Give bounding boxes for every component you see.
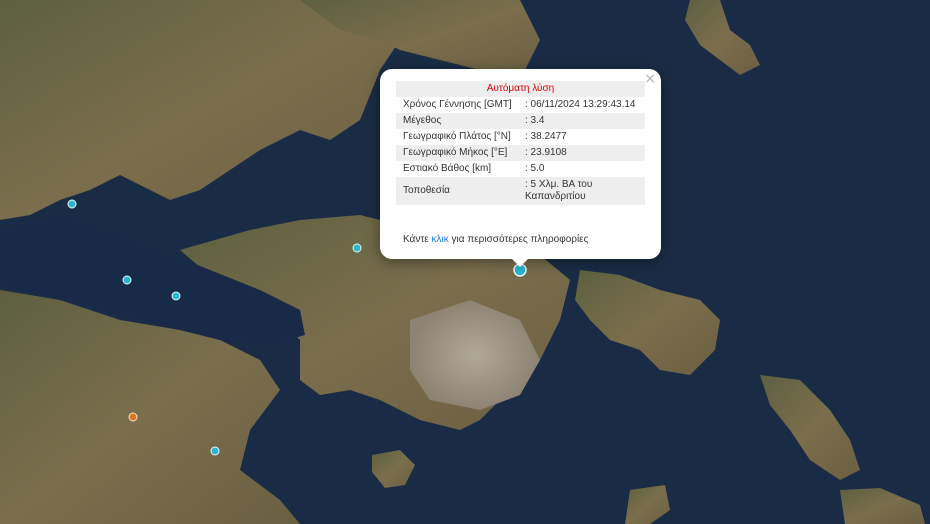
popup-tip — [510, 257, 530, 267]
earthquake-marker-older[interactable] — [128, 412, 138, 422]
earthquake-marker[interactable] — [67, 199, 77, 209]
more-info-prefix: Κάντε — [403, 234, 429, 245]
more-info-link[interactable]: κλικ — [432, 234, 449, 245]
earthquake-marker[interactable] — [122, 275, 132, 285]
label-origin-time: Χρόνος Γέννησης [GMT] — [403, 99, 512, 110]
earthquake-marker[interactable] — [171, 291, 181, 301]
value-magnitude: : 3.4 — [521, 113, 645, 129]
label-latitude: Γεωγραφικό Πλάτος [°N] — [403, 131, 511, 142]
label-magnitude: Μέγεθος — [396, 113, 521, 129]
earthquake-info-popup: × Αυτόματη λύση Χρόνος Γέννησης [GMT] : … — [380, 69, 661, 259]
value-location: : 5 Χλμ. ΒΑ του Καπανδριτίου — [521, 177, 645, 205]
close-icon[interactable]: × — [644, 71, 656, 87]
value-latitude: : 38.2477 — [525, 131, 567, 142]
label-depth: Εστιακό Βάθος [km] — [403, 163, 492, 174]
label-location: Τοποθεσία — [396, 177, 521, 205]
more-info-line: Κάντε κλικ για περισσότερες πληροφορίες — [403, 234, 588, 245]
earthquake-info-table: Αυτόματη λύση Χρόνος Γέννησης [GMT] : 06… — [396, 81, 645, 205]
earthquake-marker[interactable] — [210, 446, 220, 456]
value-origin-time: : 06/11/2024 13:29:43.14 — [525, 99, 636, 110]
more-info-suffix: για περισσότερες πληροφορίες — [451, 234, 589, 245]
value-longitude: : 23.9108 — [521, 145, 645, 161]
value-depth: : 5.0 — [525, 163, 545, 174]
label-longitude: Γεωγραφικό Μήκος [°E] — [396, 145, 521, 161]
earthquake-marker[interactable] — [352, 243, 362, 253]
popup-title: Αυτόματη λύση — [396, 81, 645, 97]
